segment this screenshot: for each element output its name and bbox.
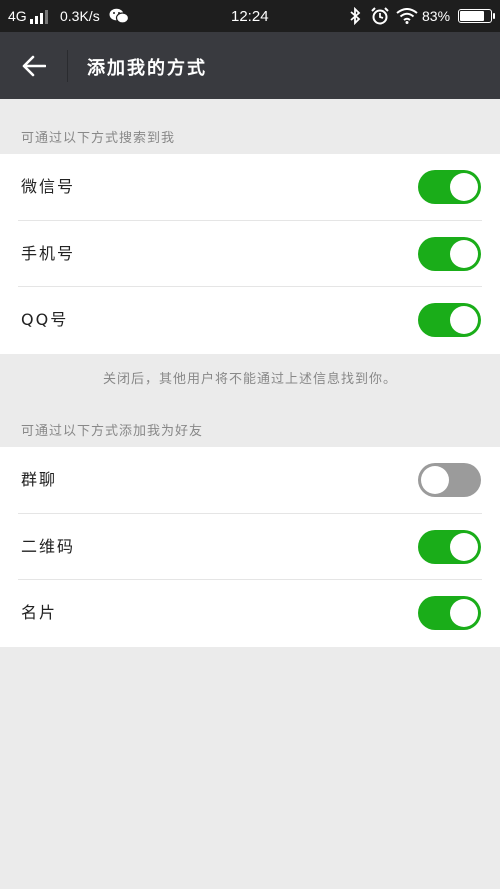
toggle-knob [450, 532, 478, 561]
battery-icon [458, 0, 495, 32]
back-button[interactable] [12, 44, 56, 88]
setting-label: QQ号 [21, 310, 69, 329]
qq-toggle[interactable] [418, 303, 481, 337]
toggle-knob [450, 306, 478, 334]
setting-row-business-card[interactable]: 名片 [0, 580, 500, 647]
setting-row-qr-code[interactable]: 二维码 [0, 514, 500, 580]
signal-icon [30, 10, 48, 24]
setting-row-phone[interactable]: 手机号 [0, 221, 500, 287]
page-title: 添加我的方式 [87, 58, 207, 79]
clock: 12:24 [231, 7, 269, 25]
wechat-notification-icon [109, 0, 129, 32]
network-type: 4G [8, 8, 27, 24]
search-section-note: 关闭后，其他用户将不能通过上述信息找到你。 [102, 372, 397, 387]
qr-code-toggle[interactable] [418, 529, 481, 564]
wifi-icon [396, 0, 418, 32]
add-section-header: 可通过以下方式添加我为好友 [21, 424, 204, 439]
phone-toggle[interactable] [418, 236, 481, 271]
setting-label: 手机号 [21, 243, 76, 263]
battery-percent: 83% [422, 8, 451, 24]
business-card-toggle[interactable] [418, 596, 481, 630]
toggle-knob [450, 239, 478, 268]
title-bar: 添加我的方式 [0, 32, 500, 99]
search-methods-group: 微信号 手机号 QQ号 [0, 154, 500, 354]
alarm-icon [370, 0, 390, 32]
toggle-knob [450, 173, 478, 201]
setting-row-qq[interactable]: QQ号 [0, 287, 500, 354]
bluetooth-icon [349, 0, 361, 32]
search-section-header: 可通过以下方式搜索到我 [21, 131, 176, 146]
title-divider [67, 50, 68, 82]
network-speed: 0.3K/s [60, 8, 100, 24]
setting-row-wechat-id[interactable]: 微信号 [0, 154, 500, 221]
status-bar: 4G 0.3K/s 12:24 83% [0, 0, 500, 32]
group-chat-toggle[interactable] [418, 463, 481, 497]
toggle-knob [421, 466, 449, 494]
toggle-knob [450, 599, 478, 627]
add-methods-group: 群聊 二维码 名片 [0, 447, 500, 647]
setting-label: 群聊 [21, 470, 58, 489]
wechat-id-toggle[interactable] [418, 170, 481, 204]
setting-label: 二维码 [21, 536, 76, 556]
setting-label: 名片 [21, 603, 58, 622]
setting-label: 微信号 [21, 177, 76, 196]
setting-row-group-chat[interactable]: 群聊 [0, 447, 500, 514]
back-arrow-icon [22, 55, 46, 77]
